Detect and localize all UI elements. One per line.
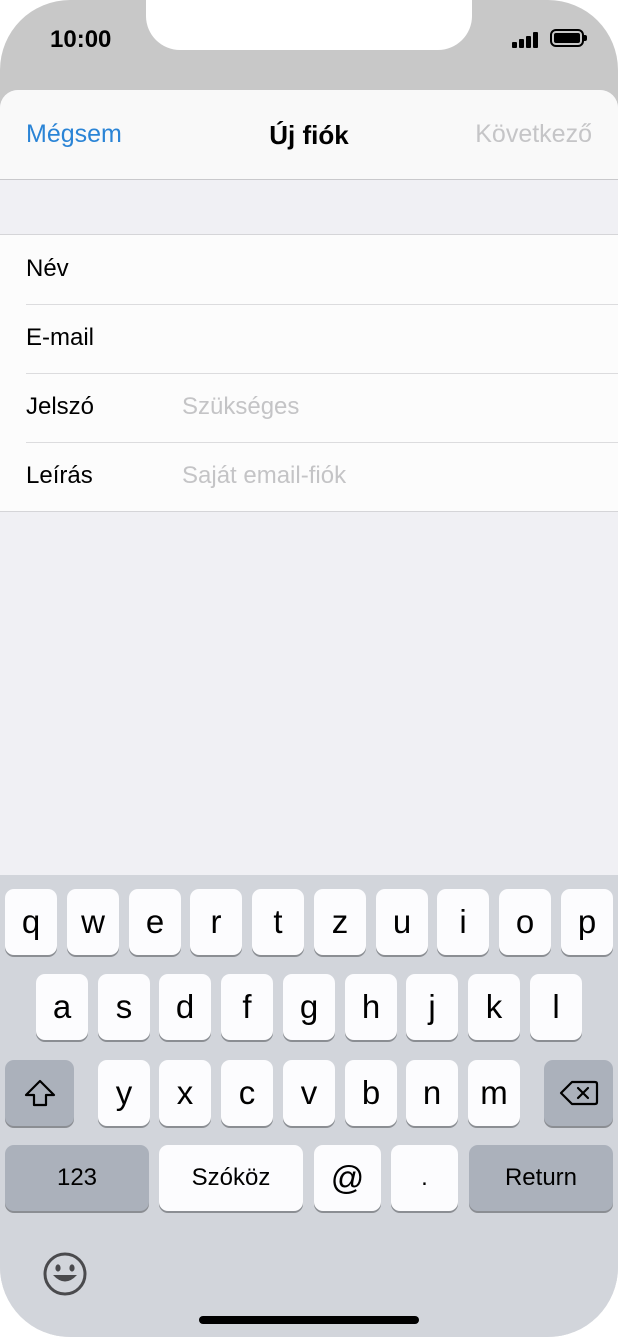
status-time: 10:00 [50, 26, 112, 53]
battery-icon [550, 29, 587, 47]
keyboard: q w e r t z u i o p a s d f g h j k l y … [0, 875, 618, 1337]
key-l[interactable]: l [530, 974, 582, 1040]
shift-arrow-icon [24, 1079, 55, 1107]
key-a[interactable]: a [36, 974, 88, 1040]
key-p[interactable]: p [561, 889, 613, 955]
key-f[interactable]: f [221, 974, 273, 1040]
description-label: Leírás [26, 462, 93, 489]
password-label: Jelszó [26, 393, 95, 420]
key-g[interactable]: g [283, 974, 335, 1040]
key-c[interactable]: c [221, 1060, 273, 1126]
phone-frame: 10:00 Mégsem Új fiók Következő Név E-mai… [0, 0, 618, 1337]
space-key[interactable]: Szóköz [159, 1145, 303, 1211]
key-t[interactable]: t [252, 889, 304, 955]
description-row[interactable]: Leírás [0, 442, 618, 511]
name-label: Név [26, 255, 69, 282]
account-form: Név E-mail Jelszó Leírás [0, 234, 618, 512]
shift-key[interactable] [5, 1060, 74, 1126]
key-s[interactable]: s [98, 974, 150, 1040]
key-m[interactable]: m [468, 1060, 520, 1126]
key-e[interactable]: e [129, 889, 181, 955]
key-k[interactable]: k [468, 974, 520, 1040]
key-d[interactable]: d [159, 974, 211, 1040]
key-i[interactable]: i [437, 889, 489, 955]
name-row[interactable]: Név [0, 235, 618, 304]
key-x[interactable]: x [159, 1060, 211, 1126]
password-row[interactable]: Jelszó [0, 373, 618, 442]
key-w[interactable]: w [67, 889, 119, 955]
signal-icon [512, 32, 542, 48]
dot-key[interactable]: . [391, 1145, 458, 1211]
key-b[interactable]: b [345, 1060, 397, 1126]
backspace-icon [559, 1080, 598, 1106]
key-h[interactable]: h [345, 974, 397, 1040]
password-field[interactable] [182, 387, 592, 427]
key-v[interactable]: v [283, 1060, 335, 1126]
key-u[interactable]: u [376, 889, 428, 955]
key-z[interactable]: z [314, 889, 366, 955]
key-q[interactable]: q [5, 889, 57, 955]
key-o[interactable]: o [499, 889, 551, 955]
return-key[interactable]: Return [469, 1145, 613, 1211]
emoji-button[interactable] [41, 1250, 89, 1298]
name-field[interactable] [182, 249, 592, 289]
description-field[interactable] [182, 456, 592, 496]
email-row[interactable]: E-mail [0, 304, 618, 373]
email-field[interactable] [182, 318, 592, 358]
next-button[interactable]: Következő [475, 120, 592, 149]
notch [146, 0, 472, 50]
numbers-key[interactable]: 123 [5, 1145, 149, 1211]
at-key[interactable]: @ [314, 1145, 381, 1211]
home-indicator [199, 1316, 419, 1324]
key-y[interactable]: y [98, 1060, 150, 1126]
key-j[interactable]: j [406, 974, 458, 1040]
email-label: E-mail [26, 324, 95, 351]
navigation-bar: Mégsem Új fiók Következő [0, 90, 618, 180]
delete-key[interactable] [544, 1060, 613, 1126]
emoji-icon [43, 1252, 87, 1296]
key-r[interactable]: r [190, 889, 242, 955]
key-n[interactable]: n [406, 1060, 458, 1126]
